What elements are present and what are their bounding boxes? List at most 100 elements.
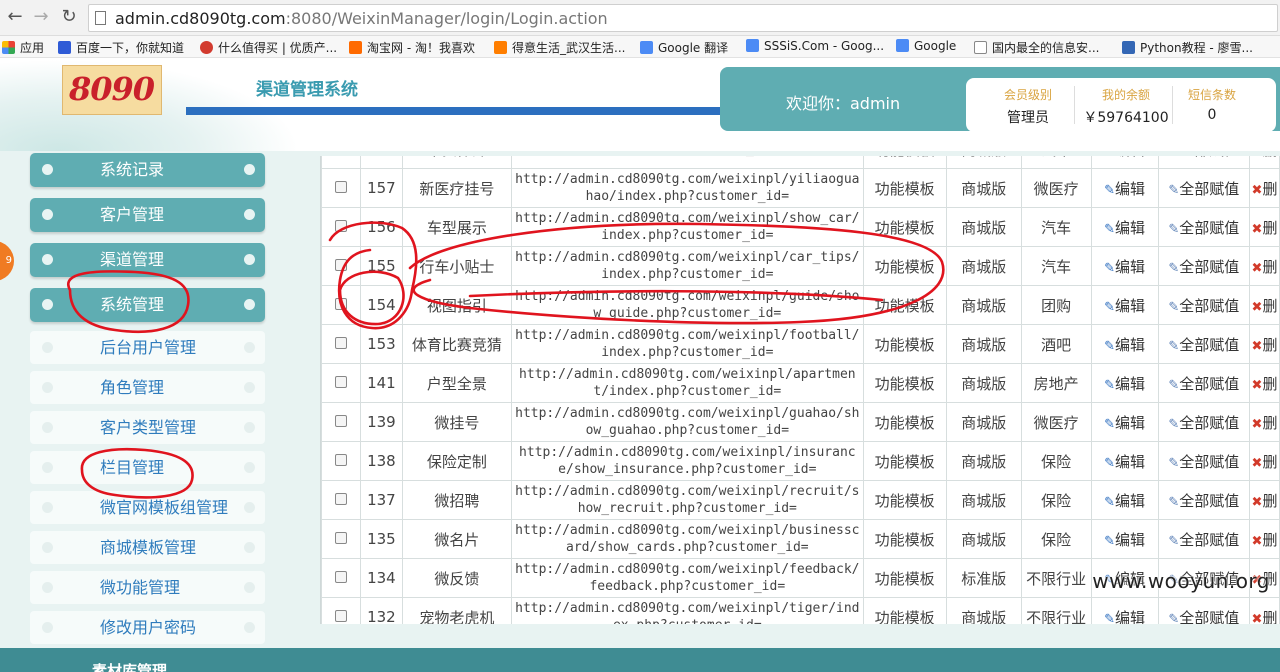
assign-all-button[interactable]: ✎全部赋值 [1168, 531, 1239, 549]
assign-all-button[interactable]: ✎全部赋值 [1168, 180, 1239, 198]
delete-button[interactable]: ✖删 [1252, 336, 1278, 354]
menu-channel-management[interactable]: 渠道管理 [30, 243, 265, 277]
row-checkbox[interactable] [335, 571, 348, 583]
bookmark-python[interactable]: Python教程 - 廖雪... [1122, 39, 1253, 56]
delete-button[interactable]: ✖删 [1252, 531, 1278, 549]
delete-button[interactable]: ✖删 [1252, 180, 1278, 198]
dot-icon [42, 622, 53, 633]
row-checkbox[interactable] [335, 376, 348, 388]
table-row: 158中实体介/login.php?customer_id=功能模板商城版汽车 ✎… [321, 156, 1280, 169]
edit-button[interactable]: ✎编辑 [1104, 219, 1145, 237]
edit-button[interactable]: ✎编辑 [1104, 336, 1145, 354]
delete-label: 删 [1262, 491, 1278, 510]
row-checkbox[interactable] [335, 610, 348, 622]
edit-button[interactable]: ✎编辑 [1104, 375, 1145, 393]
assign-label: 全部赋值 [1179, 218, 1240, 237]
bookmark-smzdm[interactable]: 什么值得买 | 优质产... [200, 39, 337, 56]
row-checkbox[interactable] [335, 415, 348, 427]
bookmark-taobao[interactable]: 淘宝网 - 淘！我喜欢 [349, 39, 475, 56]
bookmark-apps[interactable]: 应用 [2, 39, 44, 56]
row-checkbox[interactable] [335, 454, 348, 466]
edit-button[interactable]: ✎编辑 [1104, 258, 1145, 276]
delete-button[interactable]: ✖删 [1252, 492, 1278, 510]
menu-system-management[interactable]: 系统管理 [30, 288, 265, 322]
row-name: 微名片 [401, 519, 513, 559]
table-row: 156 车型展示 http://admin.cd8090tg.com/weixinp… [321, 207, 1280, 247]
row-id: 154 [360, 285, 403, 325]
delete-button[interactable]: ✖删 [1252, 453, 1278, 471]
edit-button[interactable]: ✎编辑 [1104, 180, 1145, 198]
assign-all-button[interactable]: ✎全部赋值 [1168, 219, 1239, 237]
submenu-microsite-templates[interactable]: 微官网模板组管理 [30, 491, 265, 524]
row-checkbox[interactable] [335, 298, 348, 310]
assign-all-button[interactable]: ✎全部赋值 [1168, 156, 1239, 159]
side-badge[interactable]: 9 [0, 241, 14, 281]
delete-button[interactable]: ✖删 [1252, 375, 1278, 393]
submenu-label: 微官网模板组管理 [100, 498, 229, 517]
delete-button[interactable]: ✖删 [1252, 297, 1278, 315]
submenu-micro-functions[interactable]: 微功能管理 [30, 571, 265, 604]
row-checkbox[interactable] [335, 532, 348, 544]
edit-button[interactable]: ✎编辑 [1104, 531, 1145, 549]
row-url: http://admin.cd8090tg.com/weixinpl/tiger… [511, 597, 864, 624]
assign-all-button[interactable]: ✎全部赋值 [1168, 453, 1239, 471]
delete-button[interactable]: ✖删 [1252, 609, 1278, 625]
assign-all-button[interactable]: ✎全部赋值 [1168, 297, 1239, 315]
row-checkbox[interactable] [335, 493, 348, 505]
assign-all-button[interactable]: ✎全部赋值 [1168, 492, 1239, 510]
url-path: :8080/WeixinManager/login/Login.action [285, 9, 608, 28]
row-edition: 商城版 [945, 168, 1022, 208]
menu-customer-management[interactable]: 客户管理 [30, 198, 265, 232]
edit-button[interactable]: ✎编辑 [1104, 414, 1145, 432]
row-edit-cell: ✎编辑 [1090, 168, 1159, 208]
pencil-icon: ✎ [1104, 455, 1116, 471]
row-checkbox[interactable] [335, 220, 348, 232]
edit-button[interactable]: ✎编辑 [1104, 156, 1145, 159]
edit-button[interactable]: ✎编辑 [1104, 492, 1145, 510]
assign-all-button[interactable]: ✎全部赋值 [1168, 414, 1239, 432]
submenu-mall-templates[interactable]: 商城模板管理 [30, 531, 265, 564]
menu-material-library[interactable]: 素材库管理 [92, 660, 167, 672]
back-arrow-icon[interactable]: ← [4, 6, 26, 28]
menu-system-log[interactable]: 系统记录 [30, 153, 265, 187]
address-field[interactable]: admin.cd8090tg.com:8080/WeixinManager/lo… [88, 4, 1278, 32]
submenu-label: 微功能管理 [100, 578, 181, 597]
bookmark-google[interactable]: Google [896, 39, 956, 53]
row-select-cell [321, 402, 362, 442]
delete-button[interactable]: ✖删 [1252, 414, 1278, 432]
row-checkbox[interactable] [335, 181, 348, 193]
forward-arrow-icon[interactable]: → [30, 6, 52, 28]
row-assign-cell: ✎全部赋值 [1157, 363, 1251, 403]
submenu-customer-types[interactable]: 客户类型管理 [30, 411, 265, 444]
pencil-icon: ✎ [1104, 299, 1116, 315]
row-checkbox[interactable] [335, 259, 348, 271]
delete-button[interactable]: ✖删 [1252, 219, 1278, 237]
table-row: 135 微名片 http://admin.cd8090tg.com/weixinpl… [321, 519, 1280, 559]
row-template-type: 功能模板 [862, 558, 947, 598]
bookmark-baidu[interactable]: 百度一下，你就知道 [58, 39, 184, 56]
edit-button[interactable]: ✎编辑 [1104, 297, 1145, 315]
edit-button[interactable]: ✎编辑 [1104, 609, 1145, 625]
url-text: admin.cd8090tg.com:8080/WeixinManager/lo… [115, 9, 608, 28]
pencil-icon: ✎ [1168, 221, 1180, 237]
submenu-admin-users[interactable]: 后台用户管理 [30, 331, 265, 364]
delete-button[interactable]: ✖删 [1252, 258, 1278, 276]
submenu-columns[interactable]: 栏目管理 [30, 451, 265, 484]
bookmark-sssis[interactable]: SSSiS.Com - Goog... [746, 39, 884, 53]
bookmark-security-info[interactable]: 国内最全的信息安... [974, 39, 1099, 56]
assign-all-button[interactable]: ✎全部赋值 [1168, 336, 1239, 354]
submenu-roles[interactable]: 角色管理 [30, 371, 265, 404]
assign-all-button[interactable]: ✎全部赋值 [1168, 258, 1239, 276]
reload-icon[interactable]: ↻ [58, 6, 80, 28]
assign-all-button[interactable]: ✎全部赋值 [1168, 375, 1239, 393]
edit-label: 编辑 [1115, 218, 1146, 237]
assign-all-button[interactable]: ✎全部赋值 [1168, 609, 1239, 625]
row-checkbox[interactable] [335, 337, 348, 349]
delete-button[interactable]: ✖删 [1252, 156, 1278, 159]
delete-x-icon: ✖ [1251, 533, 1263, 549]
bookmark-deyi[interactable]: 得意生活_武汉生活... [494, 39, 625, 56]
edit-button[interactable]: ✎编辑 [1104, 453, 1145, 471]
bookmark-label: 得意生活_武汉生活... [512, 41, 626, 55]
bookmark-google-translate[interactable]: Google 翻译 [640, 39, 728, 56]
submenu-change-password[interactable]: 修改用户密码 [30, 611, 265, 644]
